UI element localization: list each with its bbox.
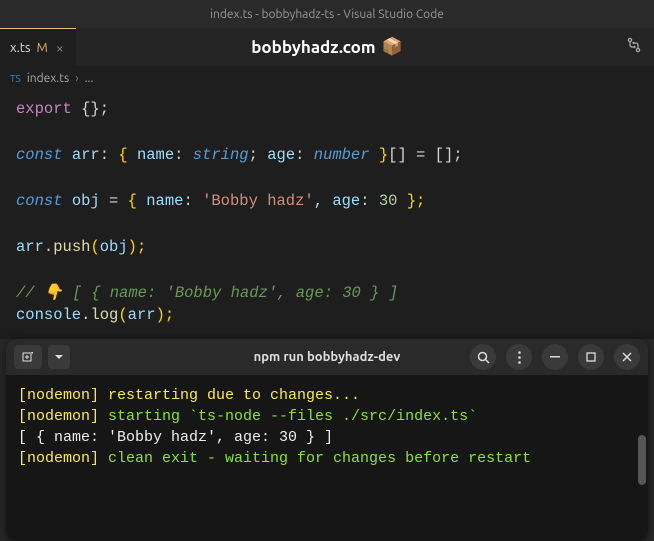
code-token: push xyxy=(53,238,90,256)
code-token: arr xyxy=(128,306,156,324)
code-token: = xyxy=(100,192,128,210)
window-title: index.ts - bobbyhadz-ts - Visual Studio … xyxy=(210,8,444,21)
breadcrumb-more: ... xyxy=(85,72,94,85)
code-token: const xyxy=(16,146,63,164)
breadcrumb[interactable]: TS index.ts › ... xyxy=(0,66,654,90)
minimize-button[interactable] xyxy=(542,344,568,370)
code-token: ( xyxy=(118,306,127,324)
code-token: name xyxy=(137,146,174,164)
code-token: : xyxy=(100,146,119,164)
terminal-output[interactable]: [nodemon] restarting due to changes... [… xyxy=(6,375,648,541)
center-header: bobbyhadz.com 📦 xyxy=(251,37,403,57)
scrollbar[interactable] xyxy=(638,435,646,485)
code-token: export xyxy=(16,100,72,118)
close-icon[interactable]: × xyxy=(54,40,66,56)
code-token: const xyxy=(16,192,63,210)
window-titlebar: index.ts - bobbyhadz-ts - Visual Studio … xyxy=(0,0,654,28)
tab-bar: x.ts M × bobbyhadz.com 📦 xyxy=(0,28,654,66)
code-comment: // 👇 [ { name: 'Bobby hadz', age: 30 } ] xyxy=(16,284,398,302)
term-line: `ts-node --files ./src/index.ts` xyxy=(189,408,477,425)
code-token: { xyxy=(128,192,147,210)
code-token: : xyxy=(360,192,379,210)
code-token: obj xyxy=(100,238,128,256)
term-line: clean exit - waiting for changes before … xyxy=(99,450,531,467)
code-token: { xyxy=(118,146,137,164)
code-token: 'Bobby hadz' xyxy=(202,192,314,210)
term-line: starting xyxy=(99,408,189,425)
code-token: [] = []; xyxy=(388,146,462,164)
code-token: arr xyxy=(63,146,100,164)
code-token: ( xyxy=(90,238,99,256)
terminal-title: npm run bobbyhadz-dev xyxy=(254,350,401,364)
dropdown-button[interactable] xyxy=(48,345,70,369)
code-token: , xyxy=(314,192,333,210)
code-token: . xyxy=(44,238,53,256)
code-token: } xyxy=(370,146,389,164)
term-line: [nodemon] xyxy=(18,408,99,425)
chevron-right-icon: › xyxy=(75,72,78,85)
code-token: ); xyxy=(156,306,175,324)
terminal-panel: npm run bobbyhadz-dev [nodemon] restarti… xyxy=(6,339,648,541)
code-token: : xyxy=(295,146,314,164)
search-button[interactable] xyxy=(470,344,496,370)
code-token: age xyxy=(332,192,360,210)
term-line: [ { name: 'Bobby hadz', age: 30 } ] xyxy=(18,429,333,446)
close-button[interactable] xyxy=(614,344,640,370)
term-line: [nodemon] xyxy=(18,450,99,467)
code-token: log xyxy=(90,306,118,324)
code-token: number xyxy=(314,146,370,164)
terminal-topbar: npm run bobbyhadz-dev xyxy=(6,339,648,375)
code-token: age xyxy=(267,146,295,164)
code-token: }; xyxy=(397,192,425,210)
code-token: 30 xyxy=(379,192,398,210)
tab-label: x.ts xyxy=(10,41,31,55)
code-editor[interactable]: export {}; const arr: { name: string; ag… xyxy=(0,90,654,339)
code-token: : xyxy=(183,192,202,210)
site-name: bobbyhadz.com xyxy=(251,38,375,57)
code-token: console xyxy=(16,306,81,324)
code-token: string xyxy=(193,146,249,164)
file-tab[interactable]: x.ts M × xyxy=(0,28,76,66)
code-token: obj xyxy=(63,192,100,210)
code-token: {}; xyxy=(72,100,109,118)
git-compare-icon[interactable] xyxy=(626,37,642,57)
tab-modified-indicator: M xyxy=(37,41,48,55)
new-tab-button[interactable] xyxy=(14,345,42,369)
code-token: : xyxy=(174,146,193,164)
code-token: name xyxy=(146,192,183,210)
code-token: ; xyxy=(249,146,268,164)
code-token: ); xyxy=(128,238,147,256)
maximize-button[interactable] xyxy=(578,344,604,370)
breadcrumb-file: index.ts xyxy=(27,72,69,85)
cube-icon: 📦 xyxy=(382,37,403,57)
menu-button[interactable] xyxy=(506,344,532,370)
ts-file-icon: TS xyxy=(10,73,21,84)
code-token: arr xyxy=(16,238,44,256)
term-line: [nodemon] restarting due to changes... xyxy=(18,387,360,404)
